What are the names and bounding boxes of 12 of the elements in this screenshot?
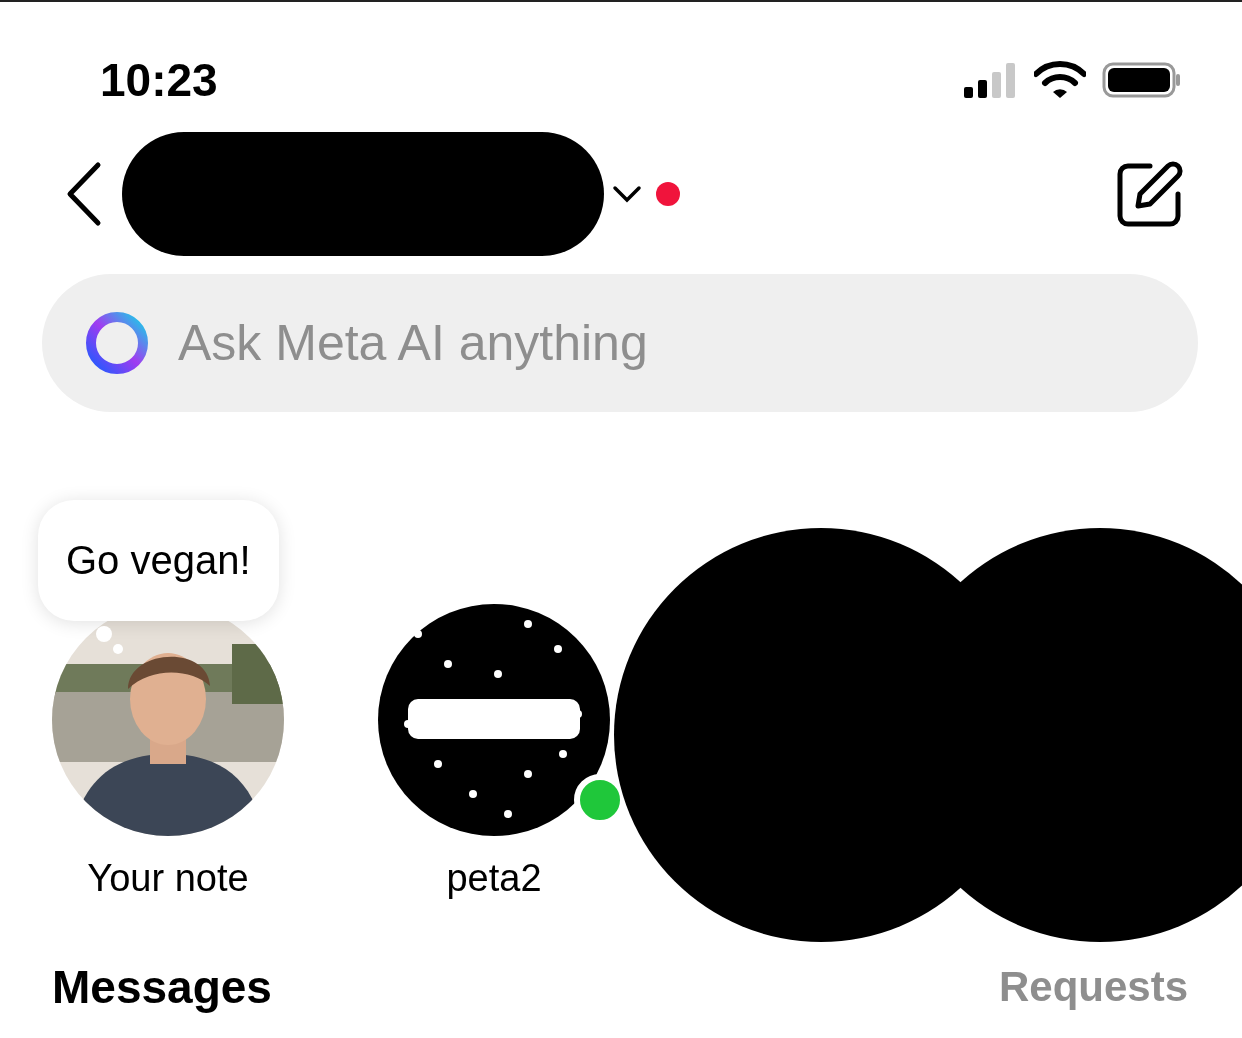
note-tooltip[interactable]: Go vegan!: [38, 500, 279, 621]
status-time: 10:23: [100, 53, 218, 107]
ring-icon: [84, 310, 150, 376]
search-field[interactable]: Ask Meta AI anything: [42, 274, 1198, 412]
section-title: Messages: [52, 960, 272, 1014]
wifi-icon: [1034, 61, 1086, 99]
note-label: peta2: [446, 857, 542, 900]
tooltip-tail-icon: [96, 626, 124, 655]
signal-icon: [962, 61, 1018, 99]
note-label: Your note: [87, 857, 249, 900]
chevron-down-icon[interactable]: [612, 184, 642, 204]
battery-icon: [1102, 61, 1182, 99]
